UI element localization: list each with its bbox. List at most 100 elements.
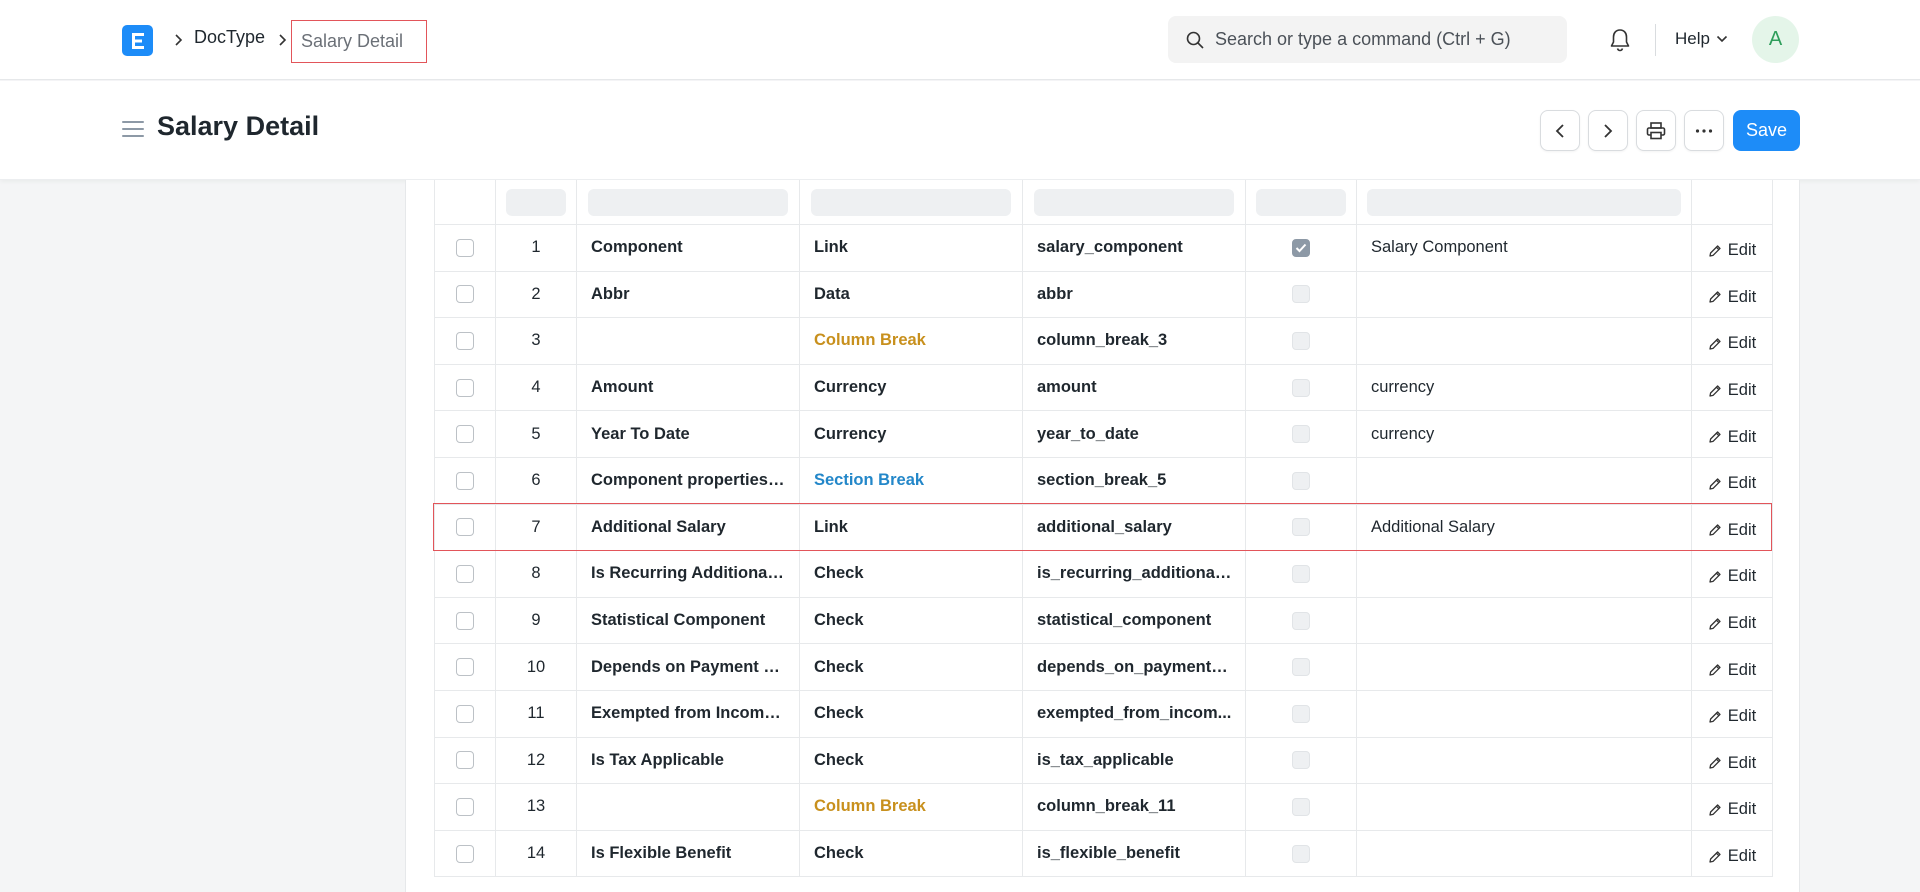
field-type-cell[interactable]: Currency — [800, 364, 1023, 411]
field-options-cell[interactable]: Additional Salary — [1357, 504, 1692, 551]
field-type-cell[interactable]: Link — [800, 225, 1023, 271]
field-label-cell[interactable]: Component — [577, 225, 800, 271]
mandatory-checkbox[interactable] — [1292, 518, 1310, 537]
mandatory-checkbox[interactable] — [1292, 751, 1310, 770]
help-dropdown[interactable]: Help — [1675, 29, 1728, 49]
row-select-checkbox[interactable] — [456, 378, 474, 397]
mandatory-checkbox[interactable] — [1292, 611, 1310, 630]
breadcrumb-current[interactable]: Salary Detail — [291, 20, 427, 63]
row-select-checkbox[interactable] — [456, 611, 474, 630]
edit-row-button[interactable]: Edit — [1708, 707, 1756, 726]
table-row[interactable]: 13 Column Break column_break_11 Edit — [434, 784, 1773, 831]
mandatory-checkbox[interactable] — [1292, 425, 1310, 444]
row-select-checkbox[interactable] — [456, 238, 474, 257]
edit-row-button[interactable]: Edit — [1708, 474, 1756, 493]
mandatory-checkbox[interactable] — [1292, 238, 1310, 257]
app-logo[interactable] — [122, 25, 153, 56]
edit-row-button[interactable]: Edit — [1708, 241, 1756, 260]
row-select-checkbox[interactable] — [456, 797, 474, 816]
field-type-cell[interactable]: Link — [800, 504, 1023, 551]
field-type-cell[interactable]: Check — [800, 737, 1023, 784]
mandatory-checkbox[interactable] — [1292, 331, 1310, 350]
table-row[interactable]: 5 Year To Date Currency year_to_date currenc… — [434, 411, 1773, 458]
field-options-cell[interactable] — [1357, 644, 1692, 690]
table-row[interactable]: 7 Additional Salary Link additional_salary A… — [434, 504, 1773, 552]
field-type-cell[interactable]: Check — [800, 690, 1023, 737]
field-label-cell[interactable]: Amount — [577, 364, 800, 411]
field-type-cell[interactable]: Section Break — [800, 457, 1023, 504]
edit-row-button[interactable]: Edit — [1708, 521, 1756, 540]
print-button[interactable] — [1636, 110, 1676, 151]
field-name-cell[interactable]: statistical_component — [1023, 597, 1246, 644]
field-name-cell[interactable]: exempted_from_incom... — [1023, 690, 1246, 737]
field-options-cell[interactable] — [1357, 271, 1692, 318]
field-label-cell[interactable]: Is Recurring Additional ... — [577, 551, 800, 597]
row-select-checkbox[interactable] — [456, 331, 474, 350]
field-type-cell[interactable]: Data — [800, 271, 1023, 318]
row-select-checkbox[interactable] — [456, 844, 474, 863]
field-options-cell[interactable] — [1357, 457, 1692, 504]
field-name-cell[interactable]: is_flexible_benefit — [1023, 830, 1246, 877]
field-options-cell[interactable] — [1357, 318, 1692, 364]
field-type-cell[interactable]: Check — [800, 551, 1023, 597]
edit-row-button[interactable]: Edit — [1708, 800, 1756, 819]
edit-row-button[interactable]: Edit — [1708, 428, 1756, 447]
field-options-cell[interactable] — [1357, 597, 1692, 644]
edit-row-button[interactable]: Edit — [1708, 288, 1756, 307]
field-name-cell[interactable]: amount — [1023, 364, 1246, 411]
field-options-cell[interactable] — [1357, 690, 1692, 737]
user-avatar[interactable]: A — [1752, 16, 1799, 63]
field-name-cell[interactable]: additional_salary — [1023, 504, 1246, 551]
field-name-cell[interactable]: section_break_5 — [1023, 457, 1246, 504]
field-options-cell[interactable]: currency — [1357, 364, 1692, 411]
field-label-cell[interactable] — [577, 784, 800, 830]
table-row[interactable]: 11 Exempted from Income... Check exempted_f… — [434, 690, 1773, 738]
field-type-cell[interactable]: Currency — [800, 411, 1023, 457]
edit-row-button[interactable]: Edit — [1708, 567, 1756, 586]
more-actions-button[interactable] — [1684, 110, 1724, 151]
field-options-cell[interactable] — [1357, 737, 1692, 784]
table-row[interactable]: 8 Is Recurring Additional ... Check is_recu… — [434, 551, 1773, 598]
edit-row-button[interactable]: Edit — [1708, 334, 1756, 353]
mandatory-checkbox[interactable] — [1292, 658, 1310, 677]
field-type-cell[interactable]: Check — [800, 830, 1023, 877]
field-name-cell[interactable]: is_tax_applicable — [1023, 737, 1246, 784]
search-input[interactable] — [1215, 16, 1555, 63]
table-row[interactable]: 1 Component Link salary_component Salary Com… — [434, 225, 1773, 272]
row-select-checkbox[interactable] — [456, 425, 474, 444]
field-options-cell[interactable] — [1357, 551, 1692, 597]
table-row[interactable]: 4 Amount Currency amount currency Edit — [434, 364, 1773, 412]
sidebar-toggle-icon[interactable] — [122, 120, 144, 138]
mandatory-checkbox[interactable] — [1292, 844, 1310, 863]
mandatory-checkbox[interactable] — [1292, 285, 1310, 304]
field-label-cell[interactable]: Statistical Component — [577, 597, 800, 644]
row-select-checkbox[interactable] — [456, 658, 474, 677]
edit-row-button[interactable]: Edit — [1708, 661, 1756, 680]
field-options-cell[interactable] — [1357, 830, 1692, 877]
field-type-cell[interactable]: Column Break — [800, 784, 1023, 830]
field-options-cell[interactable]: Salary Component — [1357, 225, 1692, 271]
edit-row-button[interactable]: Edit — [1708, 381, 1756, 400]
row-select-checkbox[interactable] — [456, 285, 474, 304]
field-name-cell[interactable]: is_recurring_additional... — [1023, 551, 1246, 597]
table-row[interactable]: 14 Is Flexible Benefit Check is_flexible_be… — [434, 830, 1773, 878]
previous-doc-button[interactable] — [1540, 110, 1580, 151]
field-label-cell[interactable]: Exempted from Income... — [577, 690, 800, 737]
table-row[interactable]: 6 Component properties ... Section Break se… — [434, 457, 1773, 505]
row-select-checkbox[interactable] — [456, 518, 474, 537]
mandatory-checkbox[interactable] — [1292, 704, 1310, 723]
field-label-cell[interactable] — [577, 318, 800, 364]
notification-bell-icon[interactable] — [1607, 27, 1633, 53]
edit-row-button[interactable]: Edit — [1708, 847, 1756, 866]
field-name-cell[interactable]: year_to_date — [1023, 411, 1246, 457]
table-row[interactable]: 3 Column Break column_break_3 Edit — [434, 318, 1773, 365]
field-options-cell[interactable]: currency — [1357, 411, 1692, 457]
field-type-cell[interactable]: Check — [800, 597, 1023, 644]
edit-row-button[interactable]: Edit — [1708, 614, 1756, 633]
row-select-checkbox[interactable] — [456, 704, 474, 723]
mandatory-checkbox[interactable] — [1292, 471, 1310, 490]
table-row[interactable]: 9 Statistical Component Check statistical_c… — [434, 597, 1773, 645]
field-name-cell[interactable]: column_break_11 — [1023, 784, 1246, 830]
field-label-cell[interactable]: Additional Salary — [577, 504, 800, 551]
field-name-cell[interactable]: column_break_3 — [1023, 318, 1246, 364]
